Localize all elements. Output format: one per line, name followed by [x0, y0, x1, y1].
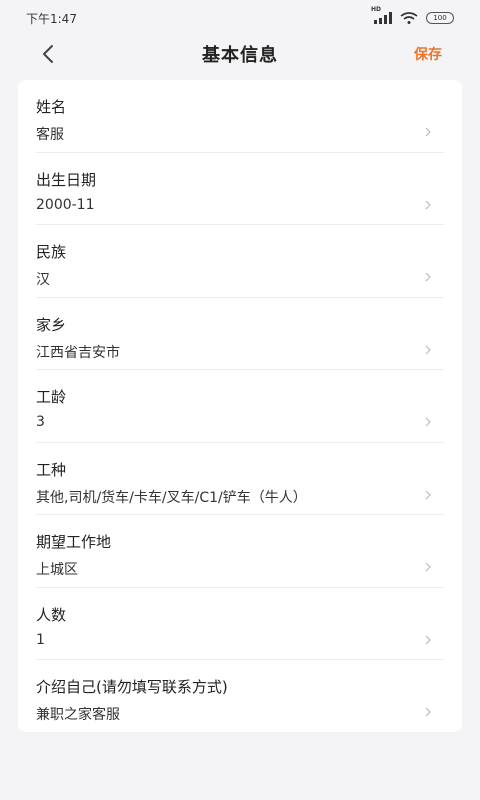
battery-icon: 100	[426, 12, 454, 24]
chevron-right-icon	[425, 127, 431, 137]
field-label: 工种	[36, 460, 67, 479]
chevron-right-icon	[425, 345, 431, 354]
hd-label: HD	[371, 6, 382, 13]
field-value: 其他,司机/货车/卡车/叉车/C1/铲车（牛人）	[36, 489, 307, 506]
save-button[interactable]: 保存	[414, 36, 442, 72]
field-name[interactable]: 姓名 客服	[36, 80, 444, 153]
page-title: 基本信息	[202, 45, 278, 66]
field-value: 汉	[36, 272, 50, 288]
field-hometown[interactable]: 家乡 江西省吉安市	[36, 298, 444, 370]
field-work-years[interactable]: 工龄 3	[36, 370, 444, 443]
field-label: 民族	[36, 243, 67, 261]
field-label: 期望工作地	[36, 533, 112, 551]
field-label: 家乡	[36, 315, 67, 334]
chevron-right-icon	[425, 490, 431, 499]
status-icons: HD 100	[371, 6, 454, 24]
field-job-type[interactable]: 工种 其他,司机/货车/卡车/叉车/C1/铲车（牛人）	[36, 443, 444, 515]
field-self-intro[interactable]: 介绍自己(请勿填写联系方式) 兼职之家客服	[36, 660, 444, 733]
field-label: 人数	[36, 605, 67, 624]
field-value: 2000-11	[36, 196, 95, 213]
field-value: 1	[36, 631, 45, 648]
chevron-right-icon	[425, 200, 431, 209]
battery-level: 100	[433, 14, 447, 22]
chevron-right-icon	[425, 417, 431, 427]
field-label: 姓名	[36, 98, 67, 116]
basic-info-card: 姓名 客服 出生日期 2000-11 民族 汉 家乡 江西省吉安市 工龄 3 工…	[18, 80, 462, 732]
back-button[interactable]	[30, 36, 66, 72]
field-label: 介绍自己(请勿填写联系方式)	[36, 678, 228, 696]
wifi-icon	[400, 12, 418, 24]
signal-icon: HD	[371, 6, 392, 24]
status-time: 下午1:47	[26, 11, 77, 26]
chevron-right-icon	[425, 562, 431, 572]
field-label: 工龄	[36, 388, 67, 406]
status-bar: 下午1:47 HD 100	[0, 0, 480, 36]
field-value: 兼职之家客服	[36, 707, 120, 723]
chevron-right-icon	[425, 635, 431, 644]
chevron-right-icon	[425, 272, 431, 282]
chevron-left-icon	[43, 45, 53, 63]
field-value: 3	[36, 414, 45, 430]
field-label: 出生日期	[36, 170, 97, 189]
field-expected-location[interactable]: 期望工作地 上城区	[36, 515, 444, 588]
field-ethnicity[interactable]: 民族 汉	[36, 225, 444, 298]
field-value: 上城区	[36, 562, 78, 578]
field-headcount[interactable]: 人数 1	[36, 588, 444, 660]
field-value: 客服	[36, 127, 64, 143]
chevron-right-icon	[425, 707, 431, 717]
field-value: 江西省吉安市	[36, 344, 120, 361]
field-birth-date[interactable]: 出生日期 2000-11	[36, 153, 444, 225]
nav-bar: 基本信息 保存	[0, 36, 480, 72]
